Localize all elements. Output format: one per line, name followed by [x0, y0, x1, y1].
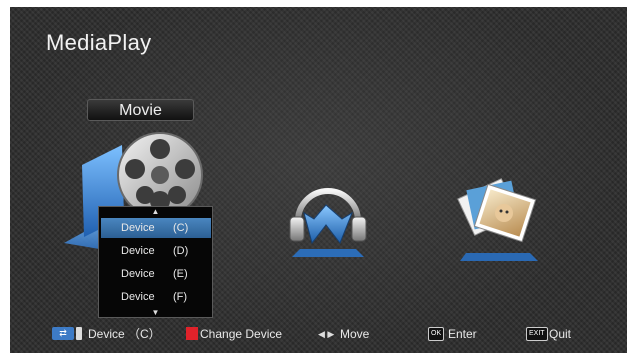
current-device-label: Device （C）	[88, 327, 161, 341]
exit-key-icon: EXIT	[526, 327, 548, 341]
media-player-screen: MediaPlay Movie ▲ Device (C) Device (D) …	[10, 7, 627, 353]
usb-plug-icon	[76, 327, 82, 340]
move-hint: Move	[340, 327, 370, 341]
category-label-movie: Movie	[87, 99, 194, 121]
app-title: MediaPlay	[46, 30, 152, 55]
help-bar: ⇄ Device （C） Change Device ◀ ▶ Move OK E…	[10, 323, 627, 345]
red-key-icon	[186, 327, 198, 340]
music-headphones-icon[interactable]	[286, 179, 370, 259]
quit-hint: Quit	[549, 327, 572, 341]
usb-icon: ⇄	[52, 327, 74, 340]
device-item-d[interactable]: Device (D)	[101, 241, 211, 261]
enter-hint: Enter	[448, 327, 477, 341]
device-item-c[interactable]: Device (C)	[101, 218, 211, 238]
scroll-down-arrow-icon[interactable]: ▼	[99, 309, 212, 317]
photo-picture-icon[interactable]	[456, 177, 546, 261]
left-right-arrows-icon: ◀ ▶	[318, 329, 335, 339]
ok-key-icon: OK	[428, 327, 445, 341]
device-dropdown[interactable]: ▲ Device (C) Device (D) Device (E) Devic…	[98, 206, 213, 318]
change-device-hint: Change Device	[200, 327, 283, 341]
scroll-up-arrow-icon[interactable]: ▲	[99, 208, 212, 216]
device-item-e[interactable]: Device (E)	[101, 264, 211, 284]
device-item-f[interactable]: Device (F)	[101, 287, 211, 307]
